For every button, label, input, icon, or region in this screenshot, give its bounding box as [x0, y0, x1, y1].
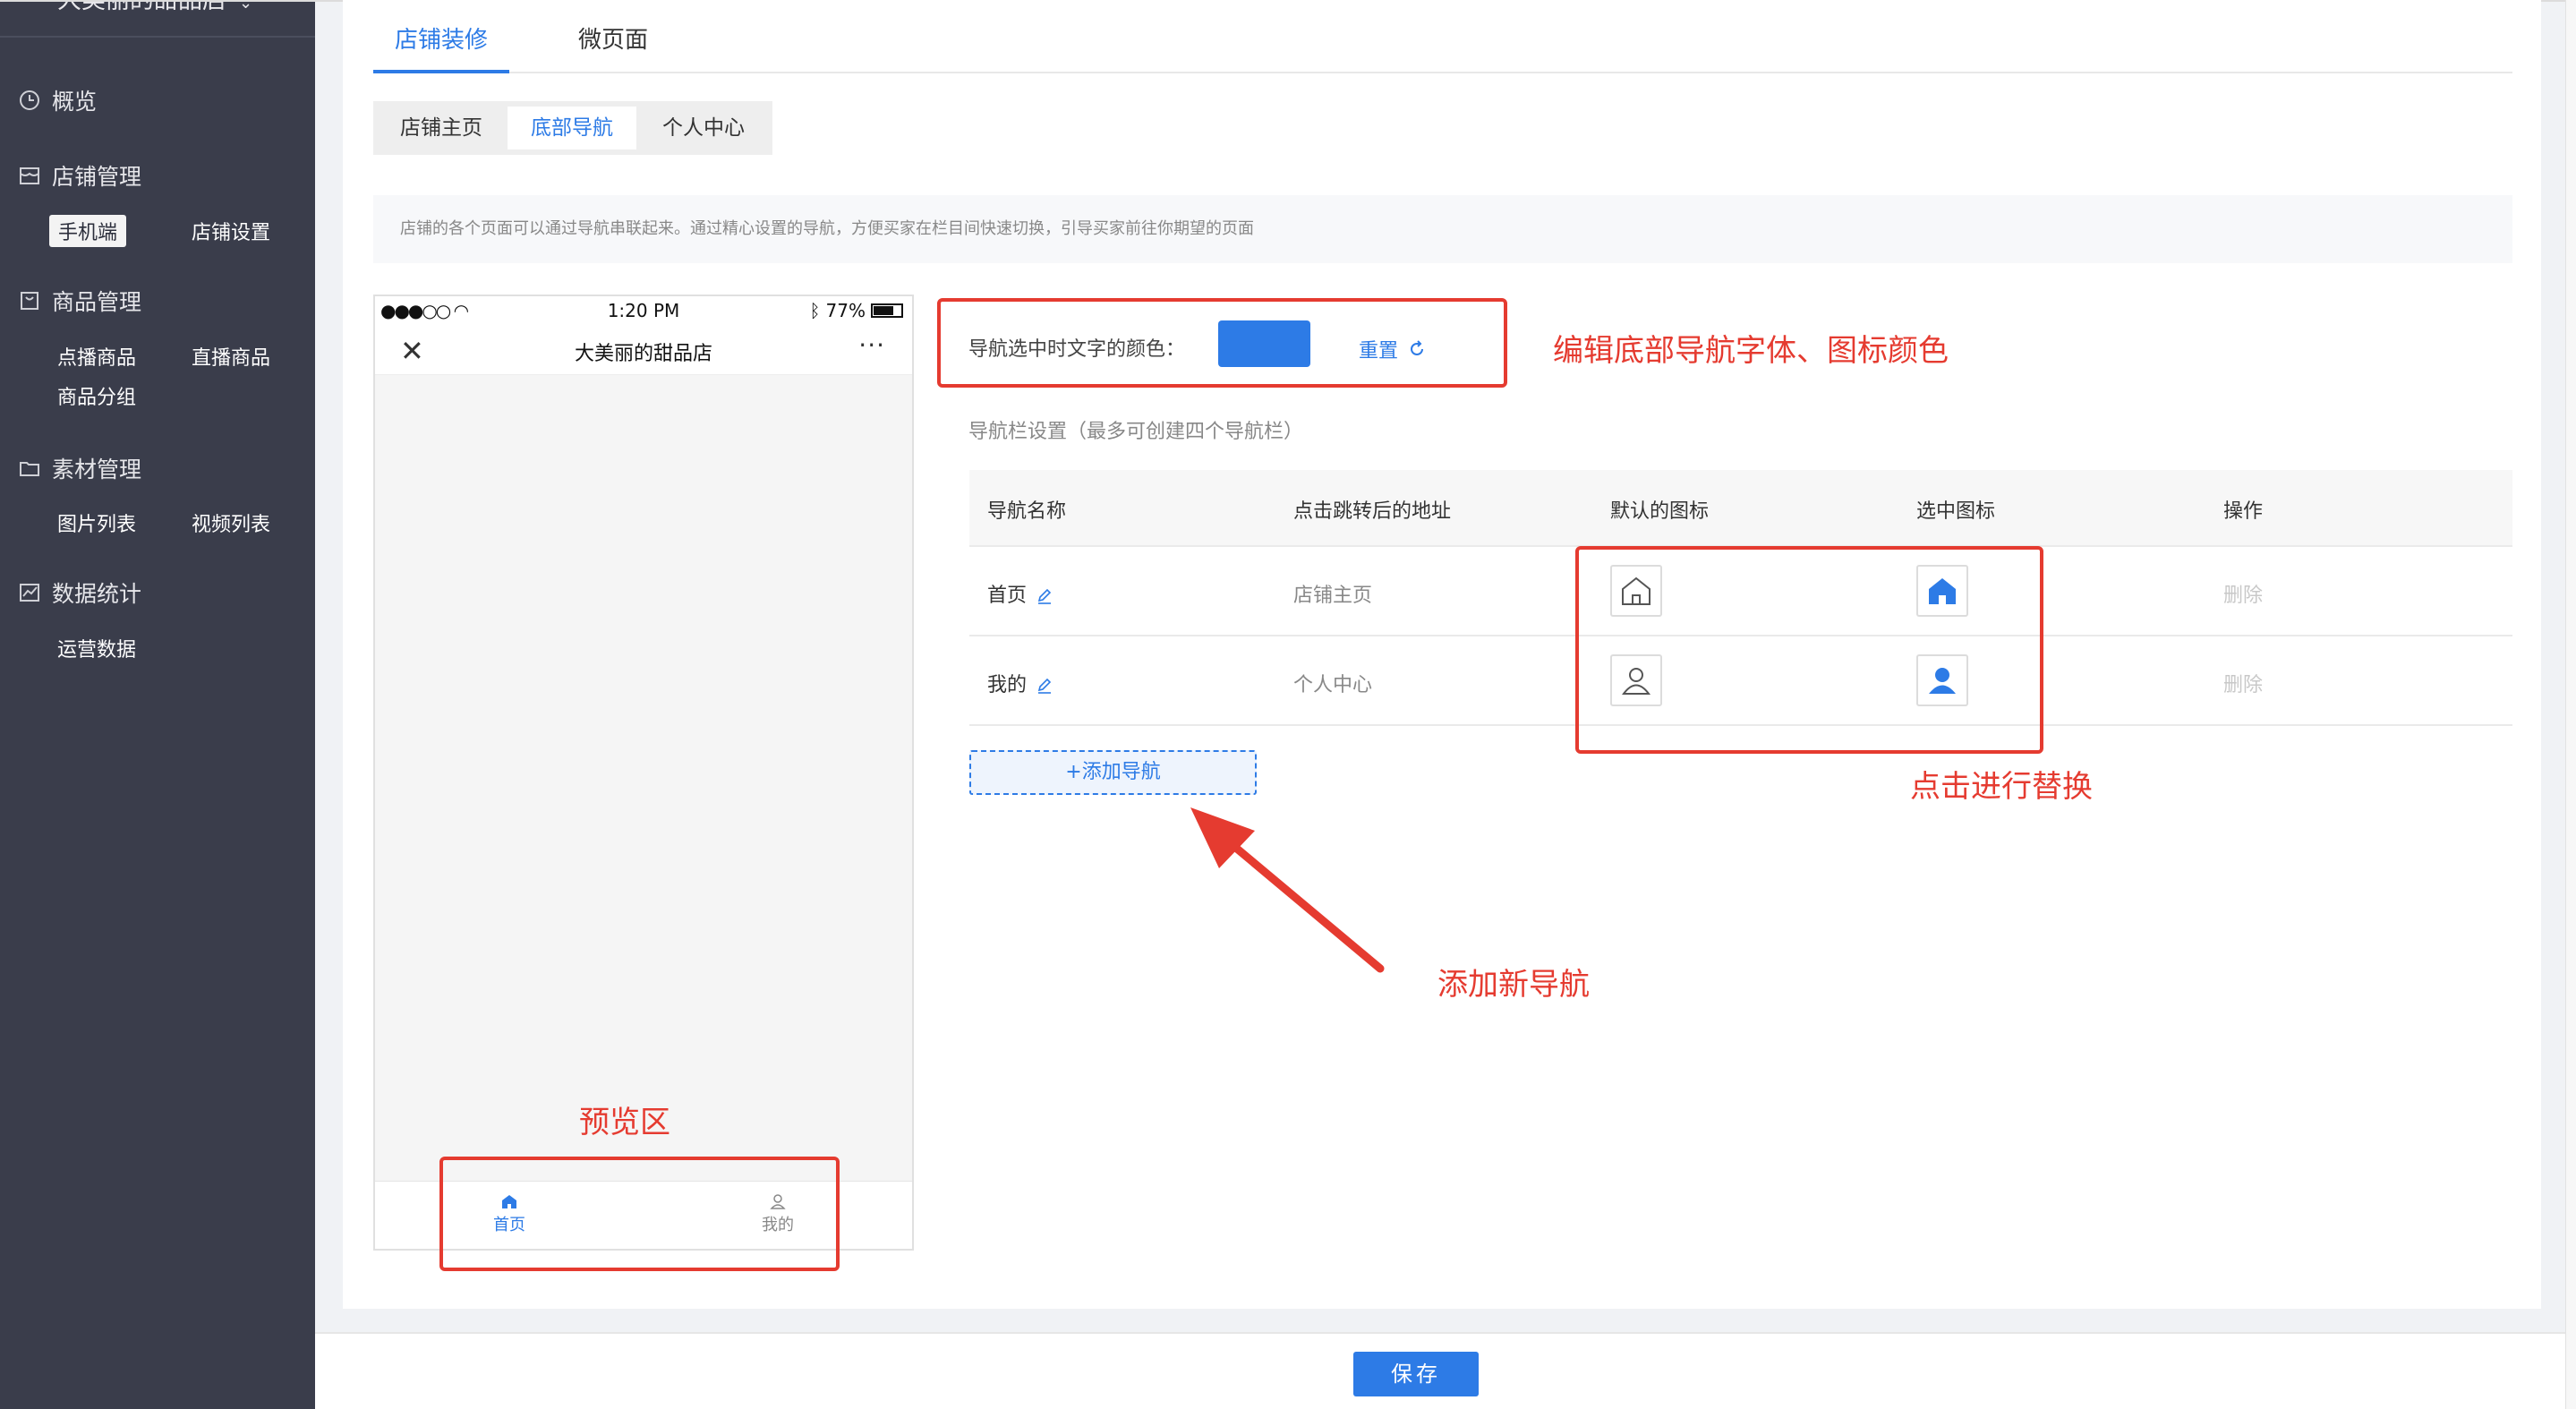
segment-shop-home[interactable]: 店铺主页 — [379, 107, 504, 149]
row-link[interactable]: 个人中心 — [1293, 669, 1372, 697]
battery-level: 77% — [825, 300, 866, 321]
annotation-box-preview — [439, 1157, 840, 1271]
sidebar-item-vod-goods[interactable]: 点播商品 — [57, 342, 136, 371]
store-name: 大美丽的甜品店 — [57, 0, 226, 14]
row-name: 首页 — [987, 585, 1028, 607]
menu-statistics[interactable]: 数据统计 — [18, 576, 141, 609]
nav-settings-title: 导航栏设置（最多可创建四个导航栏） — [968, 421, 1304, 443]
bluetooth-icon: ᛒ — [809, 300, 821, 321]
edit-icon[interactable] — [1036, 677, 1053, 695]
more-icon[interactable]: ··· — [858, 330, 885, 360]
annotation-arrow-icon — [1190, 807, 1385, 973]
delete-link[interactable]: 删除 — [2223, 669, 2263, 697]
goods-icon — [21, 292, 38, 310]
row-name-cell: 我的 — [987, 669, 1053, 697]
menu-overview[interactable]: 概览 — [18, 84, 97, 116]
menu-shop-management[interactable]: 店铺管理 — [18, 159, 141, 192]
segment-bottom-nav[interactable]: 底部导航 — [508, 107, 636, 149]
sidebar-item-mobile[interactable]: 手机端 — [49, 215, 127, 247]
status-right: ᛒ 77% — [810, 300, 903, 321]
th-action: 操作 — [2223, 500, 2264, 523]
delete-link[interactable]: 删除 — [2223, 579, 2263, 608]
row-name-cell: 首页 — [987, 579, 1053, 608]
save-button[interactable]: 保存 — [1353, 1352, 1479, 1396]
th-selected-icon: 选中图标 — [1916, 500, 1996, 523]
sidebar-item-live-goods[interactable]: 直播商品 — [192, 342, 270, 371]
shop-icon — [20, 167, 39, 184]
tab-shop-decoration[interactable]: 店铺装修 — [395, 21, 488, 55]
segment-control: 店铺主页 底部导航 个人中心 — [373, 101, 772, 155]
chevron-down-icon: ⌄ — [239, 0, 253, 13]
notice-text: 店铺的各个页面可以通过导航串联起来。通过精心设置的导航，方便买家在栏目间快速切换… — [373, 195, 2512, 263]
menu-goods-label: 商品管理 — [52, 289, 142, 315]
store-switcher[interactable]: 大美丽的甜品店 ⌄ — [57, 0, 252, 15]
menu-overview-label: 概览 — [52, 89, 98, 115]
annotation-edit-color: 编辑底部导航字体、图标颜色 — [1553, 333, 1949, 369]
sidebar-item-goods-group[interactable]: 商品分组 — [57, 381, 136, 410]
scrollbar[interactable] — [2565, 0, 2576, 1409]
sidebar-item-operation-data[interactable]: 运营数据 — [57, 634, 136, 662]
main-tabs: 店铺装修 微页面 — [373, 0, 2512, 73]
annotation-click-replace: 点击进行替换 — [1910, 769, 2093, 805]
segment-personal-center[interactable]: 个人中心 — [640, 107, 767, 149]
phone-nav-bar: ✕ 大美丽的甜品店 ··· — [375, 327, 912, 375]
th-link: 点击跳转后的地址 — [1293, 500, 1452, 523]
annotation-add-new: 添加新导航 — [1437, 967, 1590, 1003]
folder-icon — [20, 462, 39, 476]
active-tab-indicator — [373, 70, 509, 73]
row-name: 我的 — [987, 674, 1028, 696]
th-default-icon: 默认的图标 — [1610, 500, 1710, 523]
clock-icon — [20, 90, 39, 110]
row-link[interactable]: 店铺主页 — [1293, 579, 1372, 608]
menu-statistics-label: 数据统计 — [52, 581, 142, 607]
annotation-box-icons — [1575, 546, 2043, 754]
th-nav-name: 导航名称 — [987, 500, 1067, 523]
menu-shop-label: 店铺管理 — [52, 164, 142, 190]
sidebar: 大美丽的甜品店 ⌄ 概览 店铺管理 手机端 店铺设置 商品管理 点播商品 直播商品… — [0, 0, 315, 1409]
menu-goods-management[interactable]: 商品管理 — [18, 285, 141, 317]
sidebar-item-video-list[interactable]: 视频列表 — [192, 508, 270, 537]
footer-bar: 保存 — [315, 1332, 2565, 1409]
annotation-box-color — [937, 298, 1507, 388]
annotation-preview: 预览区 — [579, 1105, 670, 1140]
phone-title: 大美丽的甜品店 — [574, 343, 712, 365]
battery-icon — [871, 303, 903, 318]
sidebar-item-shop-settings[interactable]: 店铺设置 — [192, 217, 270, 245]
table-header: 导航名称 点击跳转后的地址 默认的图标 选中图标 操作 — [969, 470, 2512, 547]
edit-icon[interactable] — [1036, 587, 1053, 605]
sidebar-divider — [0, 36, 315, 38]
phone-status-bar: ●●●○○ ◠ 1:20 PM ᛒ 77% — [375, 296, 912, 327]
tab-micro-page[interactable]: 微页面 — [578, 21, 648, 55]
menu-material-management[interactable]: 素材管理 — [18, 452, 141, 484]
sidebar-item-image-list[interactable]: 图片列表 — [57, 508, 136, 537]
chart-icon — [20, 584, 39, 602]
menu-material-label: 素材管理 — [52, 457, 142, 482]
